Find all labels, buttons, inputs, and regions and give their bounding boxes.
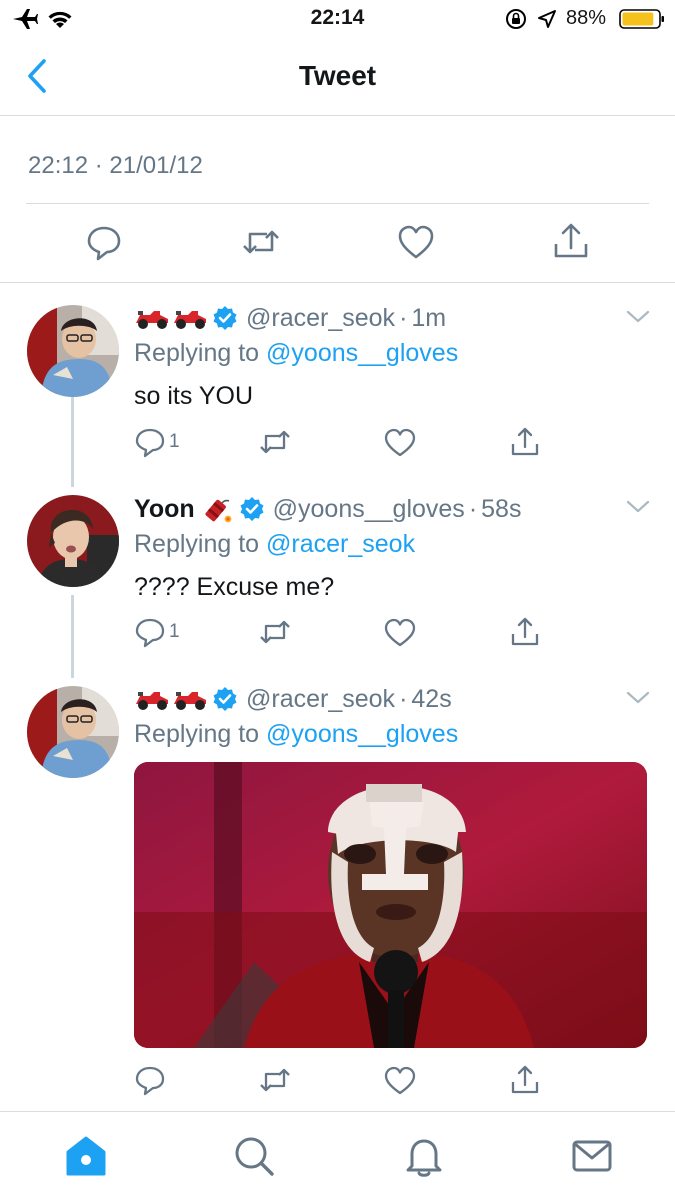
heart-icon <box>384 1066 416 1095</box>
share-icon <box>554 223 588 258</box>
reply-actions: 1 <box>134 426 634 458</box>
reply-actions <box>134 1064 634 1096</box>
heart-icon <box>384 428 416 457</box>
tweet-actions <box>0 220 675 264</box>
replying-to: Replying to @yoons__gloves <box>134 720 459 748</box>
reply-header: Yoon @yoons__gloves · 58s <box>134 493 521 525</box>
share-button[interactable] <box>509 426 541 458</box>
retweet-icon <box>243 230 279 254</box>
tweet-timestamp: 22:12 · 21/01/12 <box>28 152 203 179</box>
mention-link[interactable]: @yoons__gloves <box>266 339 458 367</box>
replying-to: Replying to @racer_seok <box>134 530 416 558</box>
reply-icon <box>87 226 121 261</box>
race-car-emoji-icon <box>134 686 208 712</box>
like-button[interactable] <box>384 616 416 648</box>
reply-handle[interactable]: @racer_seok <box>246 304 395 333</box>
reply-button[interactable] <box>84 220 124 264</box>
reply-time: 1m <box>411 303 447 332</box>
battery-percent: 88% <box>566 7 607 29</box>
reply-button[interactable]: 1 <box>134 426 180 458</box>
share-icon <box>511 1065 539 1094</box>
heart-icon <box>384 618 416 647</box>
chevron-down-icon[interactable] <box>626 499 650 515</box>
reply-actions: 1 <box>134 616 634 648</box>
firecracker-emoji-icon <box>201 493 233 525</box>
tab-notifications[interactable] <box>400 1132 448 1180</box>
share-button[interactable] <box>551 220 591 264</box>
chevron-down-icon[interactable] <box>626 309 650 325</box>
tab-bar <box>0 1111 675 1200</box>
separator-dot: · <box>399 303 408 332</box>
share-icon <box>511 617 539 646</box>
orientation-lock-icon <box>506 9 526 29</box>
share-icon <box>511 427 539 456</box>
reply-count: 1 <box>169 621 180 642</box>
reply-count: 1 <box>169 431 180 452</box>
verified-badge-icon <box>213 687 237 711</box>
reply-icon <box>135 428 165 458</box>
like-button[interactable] <box>384 1064 416 1096</box>
reply-text: ???? Excuse me? <box>134 573 335 601</box>
share-button[interactable] <box>509 616 541 648</box>
retweet-icon <box>260 1068 290 1092</box>
reply-header: @racer_seok · 42s <box>134 683 452 715</box>
reply-text: so its YOU <box>134 382 254 410</box>
status-bar: 22:14 88% <box>0 0 675 38</box>
thread-line <box>71 397 74 487</box>
avatar[interactable] <box>27 495 119 587</box>
heart-icon <box>398 225 434 259</box>
avatar[interactable] <box>27 686 119 778</box>
reply-icon <box>135 618 165 648</box>
tab-messages[interactable] <box>568 1132 616 1180</box>
reply-header: @racer_seok · 1m <box>134 302 446 334</box>
reply-time: 42s <box>411 684 452 713</box>
avatar[interactable] <box>27 305 119 397</box>
divider <box>26 203 649 204</box>
retweet-button[interactable] <box>241 220 281 264</box>
nav-bar: Tweet <box>0 38 675 116</box>
page-title: Tweet <box>298 60 377 91</box>
verified-badge-icon <box>213 306 237 330</box>
reply-time: 58s <box>481 494 522 523</box>
retweet-icon <box>260 620 290 644</box>
reply-handle[interactable]: @racer_seok <box>246 685 395 714</box>
race-car-emoji-icon <box>134 305 208 331</box>
retweet-button[interactable] <box>258 426 292 458</box>
replying-to: Replying to @yoons__gloves <box>134 339 459 367</box>
tab-search[interactable] <box>230 1132 278 1180</box>
like-button[interactable] <box>384 426 416 458</box>
reply-handle[interactable]: @yoons__gloves <box>273 495 465 524</box>
location-icon <box>538 10 556 28</box>
share-button[interactable] <box>509 1064 541 1096</box>
tweet-media-image[interactable] <box>134 762 647 1048</box>
reply-button[interactable] <box>134 1064 166 1096</box>
separator-dot: · <box>399 684 408 713</box>
separator-dot: · <box>468 494 478 523</box>
reply-icon <box>135 1066 165 1096</box>
tab-home[interactable] <box>62 1132 110 1180</box>
mention-link[interactable]: @yoons__gloves <box>266 720 458 748</box>
messages-icon <box>572 1140 612 1172</box>
mention-link[interactable]: @racer_seok <box>266 530 415 558</box>
retweet-icon <box>260 430 290 454</box>
reply-button[interactable]: 1 <box>134 616 180 648</box>
retweet-button[interactable] <box>258 616 292 648</box>
battery-icon <box>619 9 664 29</box>
notifications-icon <box>406 1139 442 1177</box>
reply-display-name[interactable]: Yoon <box>134 495 195 524</box>
search-icon <box>235 1137 274 1176</box>
divider <box>0 282 675 283</box>
chevron-down-icon[interactable] <box>626 690 650 706</box>
home-icon <box>66 1136 106 1176</box>
like-button[interactable] <box>396 220 436 264</box>
retweet-button[interactable] <box>258 1064 292 1096</box>
thread-line <box>71 595 74 678</box>
verified-badge-icon <box>240 497 264 521</box>
